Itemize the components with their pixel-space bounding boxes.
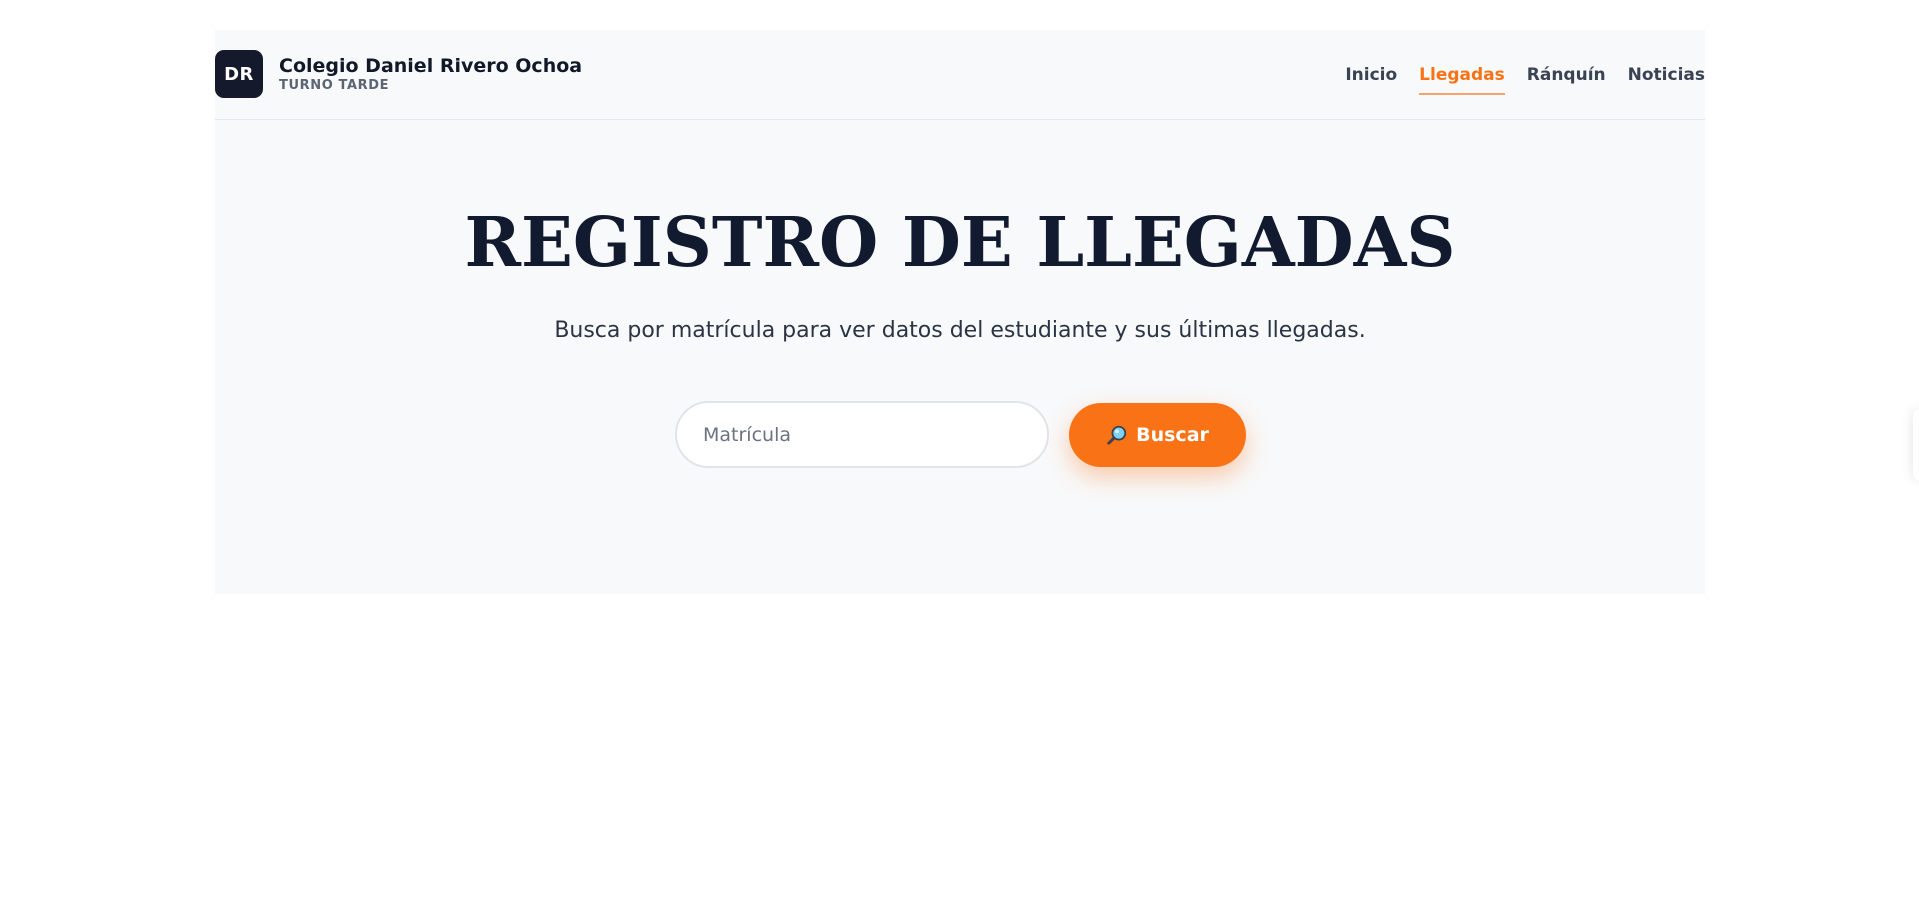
hero-section: REGISTRO DE LLEGADAS Busca por matrícula… bbox=[215, 120, 1705, 594]
nav-item-ranquin[interactable]: Ránquín bbox=[1527, 59, 1606, 91]
search-button[interactable]: Buscar bbox=[1069, 402, 1246, 467]
page-subtitle: Busca por matrícula para ver datos del e… bbox=[554, 318, 1366, 343]
site-header: DR Colegio Daniel Rivero Ochoa TURNO TAR… bbox=[215, 30, 1705, 120]
search-form: Buscar bbox=[675, 401, 1246, 468]
matricula-input[interactable] bbox=[675, 401, 1049, 468]
main-container: DR Colegio Daniel Rivero Ochoa TURNO TAR… bbox=[215, 30, 1705, 594]
brand-text: Colegio Daniel Rivero Ochoa TURNO TARDE bbox=[279, 54, 582, 94]
edge-scroll-handle[interactable] bbox=[1913, 410, 1919, 480]
school-logo[interactable]: DR bbox=[215, 50, 263, 98]
nav-item-inicio[interactable]: Inicio bbox=[1345, 59, 1397, 91]
shift-label: TURNO TARDE bbox=[279, 78, 390, 93]
page-title: REGISTRO DE LLEGADAS bbox=[464, 203, 1456, 283]
page: DR Colegio Daniel Rivero Ochoa TURNO TAR… bbox=[0, 0, 1919, 907]
search-button-label: Buscar bbox=[1136, 423, 1209, 446]
nav-item-noticias[interactable]: Noticias bbox=[1628, 59, 1705, 91]
nav-item-llegadas[interactable]: Llegadas bbox=[1419, 59, 1505, 95]
brand[interactable]: DR Colegio Daniel Rivero Ochoa TURNO TAR… bbox=[215, 50, 582, 98]
main-nav: Inicio Llegadas Ránquín Noticias bbox=[1345, 30, 1705, 119]
school-name: Colegio Daniel Rivero Ochoa bbox=[279, 55, 583, 77]
magnifying-glass-icon bbox=[1107, 425, 1127, 445]
